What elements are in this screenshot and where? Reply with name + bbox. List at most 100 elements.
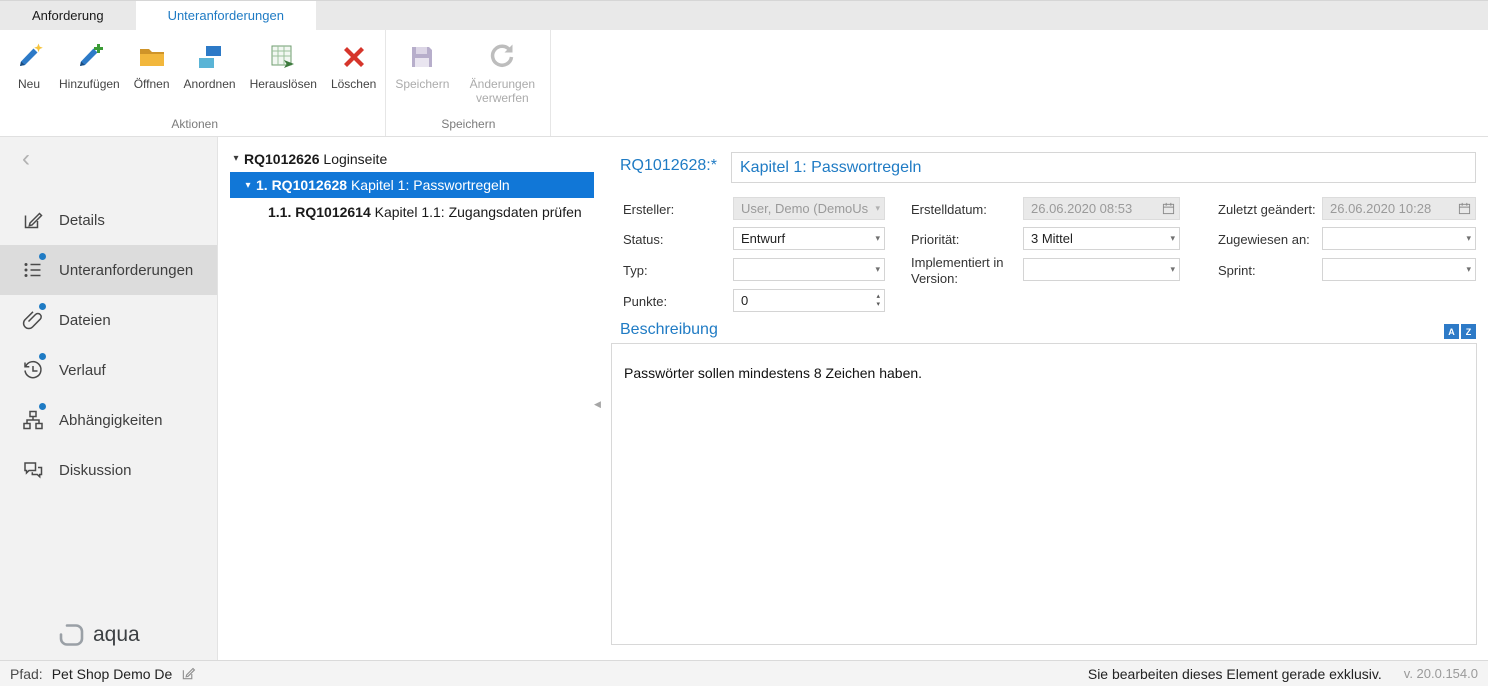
new-button[interactable]: Neu xyxy=(6,34,52,96)
save-floppy-icon xyxy=(406,41,438,73)
tree-item-title: Kapitel 1.1: Zugangsdaten prüfen xyxy=(371,204,582,220)
open-button[interactable]: Öffnen xyxy=(127,34,177,96)
chevron-down-icon: ▾ xyxy=(1166,264,1175,275)
add-requirement-icon xyxy=(73,41,105,73)
sort-az-buttons: A Z xyxy=(1444,324,1476,339)
tree-item-title: Loginseite xyxy=(320,151,388,167)
chevron-down-icon: ▾ xyxy=(1462,264,1471,275)
tree-row[interactable]: ▾RQ1012626 Loginseite xyxy=(218,145,594,172)
sort-a-icon[interactable]: A xyxy=(1444,324,1459,339)
tree-item-id: 1.1. RQ1012614 xyxy=(268,204,371,220)
new-requirement-icon xyxy=(13,41,45,73)
tab-anforderung[interactable]: Anforderung xyxy=(0,1,136,30)
notification-dot xyxy=(39,353,46,360)
created-date-field: 26.06.2020 08:53 xyxy=(1023,197,1180,220)
spin-up-icon[interactable]: ▴ xyxy=(876,293,880,301)
typ-label: Typ: xyxy=(623,263,648,278)
ribbon-group-caption-speichern: Speichern xyxy=(388,115,548,136)
punkte-label: Punkte: xyxy=(623,294,667,309)
delete-x-icon xyxy=(338,41,370,73)
description-editor[interactable]: Passwörter sollen mindestens 8 Zeichen h… xyxy=(611,343,1477,645)
chevron-down-icon: ▾ xyxy=(1462,233,1471,244)
sidebar-item-label: Verlauf xyxy=(59,362,106,379)
chevron-down-icon: ▾ xyxy=(1166,233,1175,244)
tab-unteranforderungen[interactable]: Unteranforderungen xyxy=(136,1,316,30)
list-icon xyxy=(22,259,44,281)
tree-item-id: RQ1012626 xyxy=(244,151,320,167)
expander-icon[interactable]: ▾ xyxy=(228,153,244,164)
type-select[interactable]: ▾ xyxy=(733,258,885,281)
assignee-select[interactable]: ▾ xyxy=(1322,227,1476,250)
description-header: Beschreibung xyxy=(620,321,718,339)
open-folder-icon xyxy=(136,41,168,73)
button-label: Hinzufügen xyxy=(59,78,120,92)
points-spinner[interactable]: 0 ▴▾ xyxy=(733,289,885,312)
creator-select: User, Demo (DemoUs ... ▾ xyxy=(733,197,885,220)
priority-select[interactable]: 3 Mittel ▾ xyxy=(1023,227,1180,250)
modified-date-field: 26.06.2020 10:28 xyxy=(1322,197,1476,220)
implemented-version-select[interactable]: ▾ xyxy=(1023,258,1180,281)
spin-down-icon[interactable]: ▾ xyxy=(876,301,880,309)
button-label: Löschen xyxy=(331,78,376,92)
description-text: Passwörter sollen mindestens 8 Zeichen h… xyxy=(624,365,922,381)
sidebar-collapse-chevron-icon[interactable]: ‹ xyxy=(22,147,30,171)
arrange-icon xyxy=(194,41,226,73)
edit-path-icon[interactable] xyxy=(181,666,196,681)
ersteller-label: Ersteller: xyxy=(623,202,674,217)
title-input[interactable] xyxy=(731,152,1476,183)
ribbon-group-aktionen: Neu Hinzufügen Öffnen xyxy=(4,30,386,136)
sidebar-item-label: Diskussion xyxy=(59,462,132,479)
status-value: Entwurf xyxy=(741,231,871,246)
tree-row[interactable]: 1.1. RQ1012614 Kapitel 1.1: Zugangsdaten… xyxy=(218,198,594,225)
main-content: ‹ Details Unteranforderungen xyxy=(0,137,1488,660)
prioritaet-label: Priorität: xyxy=(911,232,959,247)
extract-button[interactable]: Herauslösen xyxy=(243,34,324,96)
sidebar-item-label: Details xyxy=(59,212,105,229)
path-value: Pet Shop Demo De xyxy=(52,666,173,682)
aqua-logo-text: aqua xyxy=(93,623,140,647)
extract-icon xyxy=(267,41,299,73)
app-window: Anforderung Unteranforderungen Neu Hinzu… xyxy=(0,0,1488,686)
sidebar-item-verlauf[interactable]: Verlauf xyxy=(0,345,217,395)
exclusive-edit-message: Sie bearbeiten dieses Element gerade exk… xyxy=(1088,666,1382,682)
tree-row-selected[interactable]: ▾1. RQ1012628 Kapitel 1: Passwortregeln xyxy=(230,172,594,198)
delete-button[interactable]: Löschen xyxy=(324,34,383,96)
button-label: Herauslösen xyxy=(250,78,317,92)
add-button[interactable]: Hinzufügen xyxy=(52,34,127,96)
sidebar-item-details[interactable]: Details xyxy=(0,195,217,245)
chevron-down-icon: ▾ xyxy=(871,203,880,214)
expander-icon[interactable]: ▾ xyxy=(240,180,256,191)
tree-item-title: Kapitel 1: Passwortregeln xyxy=(347,177,510,193)
edit-icon xyxy=(22,209,44,231)
sidebar-item-diskussion[interactable]: Diskussion xyxy=(0,445,217,495)
sidebar-item-dateien[interactable]: Dateien xyxy=(0,295,217,345)
button-label: Neu xyxy=(18,78,40,92)
creator-value: User, Demo (DemoUs ... xyxy=(741,201,871,216)
ribbon-buttons-speichern: Speichern Änderungen verwerfen xyxy=(388,34,548,110)
requirements-tree: ▾RQ1012626 Loginseite ▾1. RQ1012628 Kapi… xyxy=(218,137,594,660)
sprint-select[interactable]: ▾ xyxy=(1322,258,1476,281)
sort-z-icon[interactable]: Z xyxy=(1461,324,1476,339)
sidebar-item-unteranforderungen[interactable]: Unteranforderungen xyxy=(0,245,217,295)
points-value: 0 xyxy=(741,293,876,308)
erstelldatum-label: Erstelldatum: xyxy=(911,202,987,217)
sprint-label: Sprint: xyxy=(1218,263,1256,278)
history-icon xyxy=(22,359,44,381)
paperclip-icon xyxy=(22,309,44,331)
tab-bar: Anforderung Unteranforderungen xyxy=(0,0,1488,30)
sidebar-item-abhaengigkeiten[interactable]: Abhängigkeiten xyxy=(0,395,217,445)
sidebar-item-label: Dateien xyxy=(59,312,111,329)
ribbon-group-speichern: Speichern Änderungen verwerfen Speichern xyxy=(386,30,551,136)
requirement-id-label: RQ1012628:* xyxy=(620,157,717,175)
spinner-arrows[interactable]: ▴▾ xyxy=(876,293,880,309)
status-select[interactable]: Entwurf ▾ xyxy=(733,227,885,250)
chevron-down-icon: ▾ xyxy=(871,264,880,275)
splitter-collapse-icon[interactable]: ◀ xyxy=(594,399,601,410)
created-date-value: 26.06.2020 08:53 xyxy=(1031,201,1162,216)
notification-dot xyxy=(39,303,46,310)
discussion-icon xyxy=(22,459,44,481)
path-label: Pfad: xyxy=(10,666,43,682)
sidebar-item-label: Abhängigkeiten xyxy=(59,412,162,429)
zugewiesen-an-label: Zugewiesen an: xyxy=(1218,232,1310,247)
arrange-button[interactable]: Anordnen xyxy=(177,34,243,96)
